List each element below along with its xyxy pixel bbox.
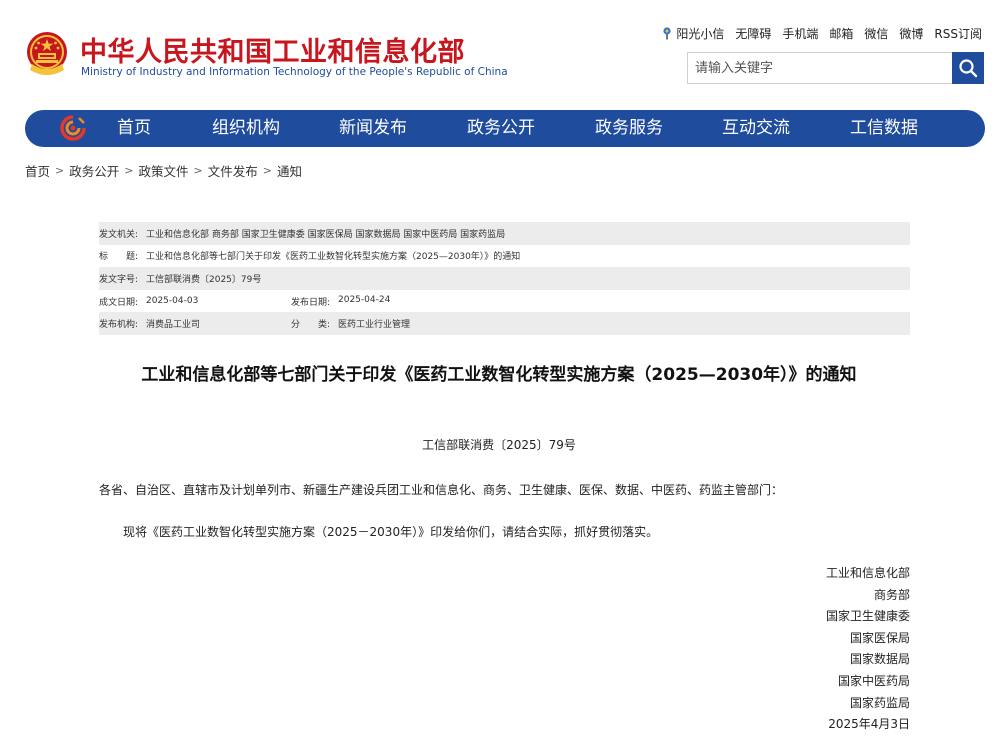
signature-nhc: 国家卫生健康委 [825,609,910,624]
site-subtitle: Ministry of Industry and Information Tec… [81,66,508,78]
nav-government-affairs[interactable]: 政务公开 [467,110,535,147]
nav-services[interactable]: 政务服务 [595,110,663,147]
top-links: 阳光小信 无障碍 手机端 邮箱 微信 微博 RSS订阅 [661,25,982,42]
search-icon [959,59,978,78]
signature-date: 2025年4月3日 [828,717,910,732]
search-box [687,52,984,84]
breadcrumb-document-release[interactable]: 文件发布 [208,161,258,180]
sunshine-icon [663,27,671,40]
signature-miit: 工业和信息化部 [825,566,910,580]
link-rss[interactable]: RSS订阅 [934,25,982,42]
meta-row-docno: 发文字号: 工信部联消费〔2025〕79号 [99,267,910,290]
site-title[interactable]: 中华人民共和国工业和信息化部 [80,30,465,69]
document-signatures: 工业和信息化部 商务部 国家卫生健康委 国家医保局 国家数据局 国家中医药局 国… [826,566,910,739]
meta-issuer-label: 发文机关: [99,229,139,240]
meta-published-label: 发布日期: [291,297,331,308]
meta-created-value: 2025-04-03 [146,296,199,307]
meta-category-value: 医药工业行业管理 [338,320,411,331]
link-mail[interactable]: 邮箱 [829,25,853,42]
meta-docno-label: 发文字号: [99,274,139,285]
meta-agency-value: 消费品工业司 [146,320,201,331]
nav-data[interactable]: 工信数据 [850,110,918,147]
meta-agency-label: 发布机构: [99,320,139,331]
breadcrumb-separator-icon: > [124,164,134,177]
meta-docno-value: 工信部联消费〔2025〕79号 [146,274,262,285]
meta-category: 分 类: 医药工业行业管理 [291,317,410,330]
nav-interaction[interactable]: 互动交流 [722,110,790,147]
link-sunshine-label: 阳光小信 [676,27,725,41]
meta-row-title: 标 题: 工业和信息化部等七部门关于印发《医药工业数智化转型实施方案（2025—… [99,245,910,268]
meta-title-value: 工业和信息化部等七部门关于印发《医药工业数智化转型实施方案（2025—2030年… [146,252,521,263]
breadcrumb-policy-documents[interactable]: 政策文件 [138,161,188,180]
link-accessibility[interactable]: 无障碍 [735,25,771,42]
national-emblem-icon[interactable] [24,30,70,78]
nav-organization[interactable]: 组织机构 [212,110,280,147]
breadcrumb: 首页 > 政务公开 > 政策文件 > 文件发布 > 通知 [25,161,302,180]
link-sunshine[interactable]: 阳光小信 [661,25,724,42]
breadcrumb-home[interactable]: 首页 [25,161,50,180]
meta-issuer-value: 工业和信息化部 商务部 国家卫生健康委 国家医保局 国家数据局 国家中医药局 国… [146,229,506,240]
meta-category-label: 分 类: [291,320,331,331]
site-header: 中华人民共和国工业和信息化部 Ministry of Industry and … [0,0,998,100]
document-title: 工业和信息化部等七部门关于印发《医药工业数智化转型实施方案（2025—2030年… [141,365,857,385]
breadcrumb-government-affairs[interactable]: 政务公开 [69,161,119,180]
signature-natcm: 国家中医药局 [837,673,910,688]
main-nav: 首页 组织机构 新闻发布 政务公开 政务服务 互动交流 工信数据 [25,110,985,147]
breadcrumb-notice[interactable]: 通知 [277,161,302,180]
meta-created-label: 成文日期: [99,297,139,308]
miit-logo-icon [60,115,86,141]
breadcrumb-separator-icon: > [262,164,272,177]
meta-title-label: 标 题: [99,252,139,263]
meta-row-dates: 成文日期: 2025-04-03 发布日期: 2025-04-24 [99,290,910,313]
meta-published: 发布日期: 2025-04-24 [291,295,390,308]
nav-home[interactable]: 首页 [117,110,151,147]
signature-nda: 国家数据局 [849,652,910,667]
document-meta-table: 发文机关: 工业和信息化部 商务部 国家卫生健康委 国家医保局 国家数据局 国家… [99,222,910,335]
link-mobile[interactable]: 手机端 [782,25,818,42]
breadcrumb-separator-icon: > [55,164,65,177]
search-input[interactable] [688,53,954,83]
signature-nhsa: 国家医保局 [849,630,910,645]
document-body[interactable]: 现将《医药工业数智化转型实施方案（2025－2030年）》印发给你们，请结合实际… [123,523,658,540]
link-weibo[interactable]: 微博 [899,25,923,42]
meta-row-agency: 发布机构: 消费品工业司 分 类: 医药工业行业管理 [99,312,910,335]
signature-nmpa: 国家药监局 [849,695,910,710]
document-addressee: 各省、自治区、直辖市及计划单列市、新疆生产建设兵团工业和信息化、商务、卫生健康、… [99,483,784,497]
signature-mofcom: 商务部 [873,587,910,602]
document-number: 工信部联消费〔2025〕79号 [422,438,576,452]
meta-published-value: 2025-04-24 [338,294,391,305]
meta-row-issuer: 发文机关: 工业和信息化部 商务部 国家卫生健康委 国家医保局 国家数据局 国家… [99,222,910,245]
nav-news[interactable]: 新闻发布 [339,110,407,147]
breadcrumb-separator-icon: > [193,164,203,177]
search-button[interactable] [952,52,984,84]
link-wechat[interactable]: 微信 [864,25,888,42]
